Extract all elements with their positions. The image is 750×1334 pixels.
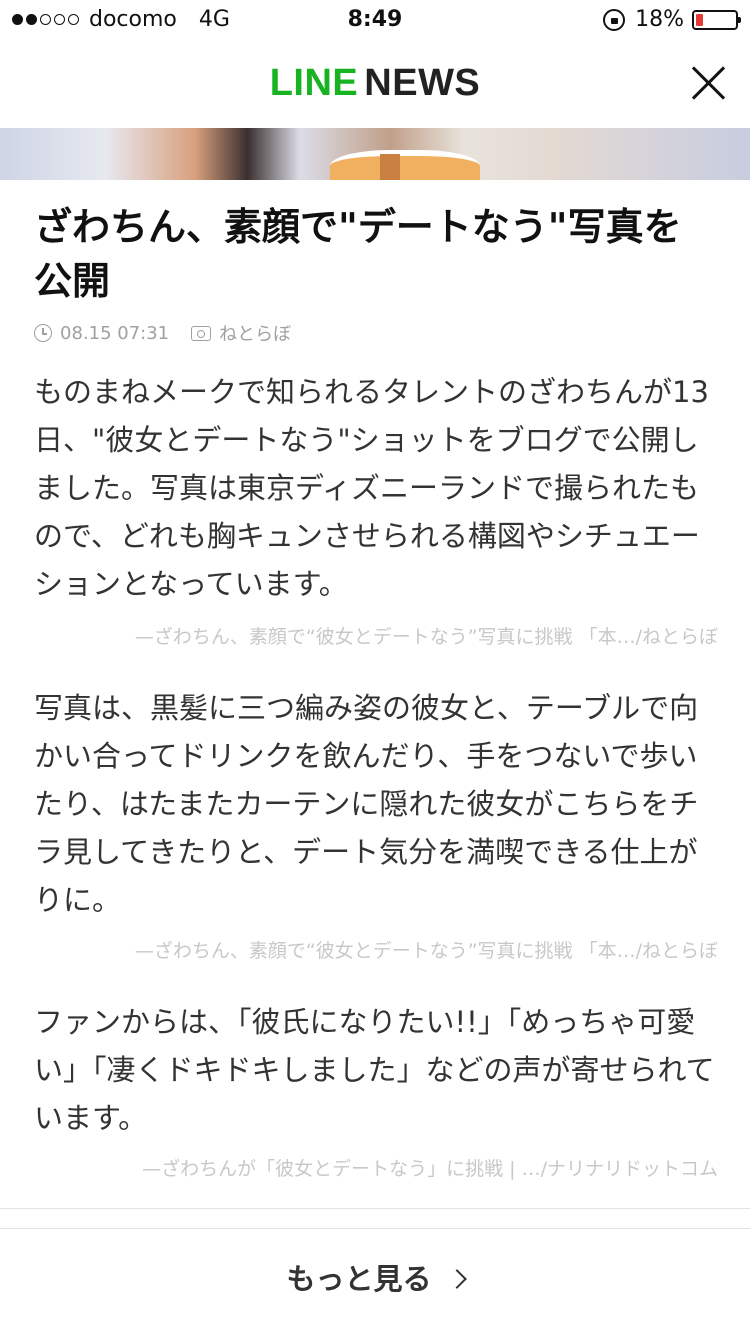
line-news-logo: LINE NEWS: [0, 62, 750, 105]
source-link-1[interactable]: —ざわちん、素顔で“彼女とデートなう”写真に挑戦 「本…/ねとらぼ: [34, 622, 718, 649]
article-photo: [0, 128, 750, 180]
chevron-right-icon: [446, 1269, 467, 1289]
close-button[interactable]: [690, 64, 726, 100]
see-more-button[interactable]: もっと見る: [0, 1244, 750, 1314]
status-bar: docomo 4G 8:49 18%: [0, 0, 750, 40]
camera-icon: [191, 325, 212, 341]
article-paragraph-1: ものまねメークで知られるタレントのざわちんが13日、"彼女とデートなう"ショット…: [34, 375, 709, 601]
rotation-lock-icon: [603, 8, 626, 31]
article-paragraph-3: ファンからは、「彼氏になりたい!!」「めっちゃ可愛い」「凄くドキドキしました」な…: [34, 1005, 715, 1135]
logo-news-text: NEWS: [364, 62, 481, 104]
source-link-2[interactable]: —ざわちん、素顔で“彼女とデートなう”写真に挑戦 「本…/ねとらぼ: [34, 936, 718, 963]
battery-percent: 18%: [635, 7, 684, 32]
source-link-3[interactable]: —ざわちんが「彼女とデートなう」に挑戦 | …/ナリナリドットコム: [34, 1154, 718, 1181]
divider: [0, 1208, 750, 1209]
divider: [0, 1228, 750, 1229]
app-header: LINE NEWS: [0, 40, 750, 128]
article-paragraph-2: 写真は、黒髪に三つ編み姿の彼女と、テーブルで向かい合ってドリンクを飲んだり、手を…: [34, 691, 699, 917]
photo-straw: [380, 154, 400, 180]
see-more-label: もっと見る: [286, 1262, 432, 1296]
logo-line-text: LINE: [269, 62, 359, 104]
battery-icon: [692, 9, 741, 30]
status-right: 18%: [603, 7, 741, 32]
clock-icon: [34, 324, 52, 342]
battery-level-fill: [696, 13, 703, 26]
article-source[interactable]: ねとらぼ: [219, 320, 291, 346]
article-date: 08.15 07:31: [60, 322, 170, 344]
article-title: ざわちん、素顔で"デートなう"写真を公開: [34, 205, 682, 303]
photo-drink-cup: [330, 150, 480, 180]
article-meta: 08.15 07:31 ねとらぼ: [34, 320, 291, 346]
